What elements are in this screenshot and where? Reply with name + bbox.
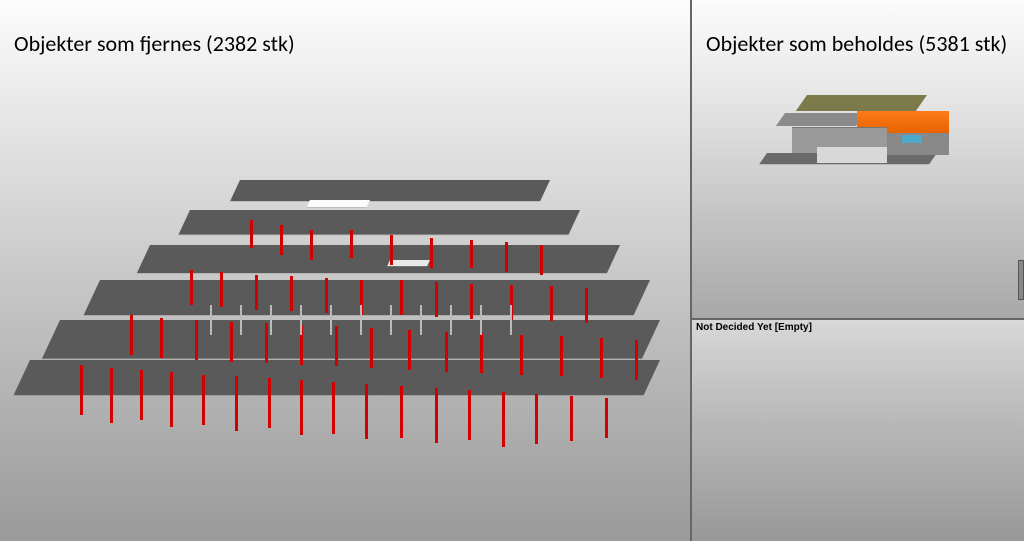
column bbox=[350, 230, 353, 258]
column bbox=[170, 372, 173, 427]
building-window bbox=[902, 135, 922, 143]
column bbox=[300, 380, 303, 435]
slab-void bbox=[387, 260, 430, 266]
column bbox=[130, 315, 133, 355]
column bbox=[190, 270, 193, 305]
column bbox=[470, 284, 473, 319]
slab bbox=[230, 180, 550, 201]
column bbox=[365, 384, 368, 439]
column bbox=[325, 278, 328, 313]
column bbox=[445, 332, 448, 372]
column-light bbox=[360, 305, 362, 335]
column bbox=[435, 282, 438, 317]
building-roof bbox=[796, 95, 927, 111]
column bbox=[370, 328, 373, 368]
column bbox=[280, 225, 283, 255]
column bbox=[335, 326, 338, 366]
viewport-right-column: Objekter som beholdes (5381 stk) Not Dec… bbox=[692, 0, 1024, 541]
column-light bbox=[270, 305, 272, 335]
viewport-title-removed: Objekter som fjernes (2382 stk) bbox=[14, 30, 295, 57]
column bbox=[505, 242, 508, 272]
viewport-title-kept: Objekter som beholdes (5381 stk) bbox=[706, 30, 1007, 57]
column bbox=[408, 330, 411, 370]
scrollbar-handle[interactable] bbox=[1018, 260, 1024, 300]
column bbox=[332, 382, 335, 434]
viewport-container: Objekter som fjernes (2382 stk) bbox=[0, 0, 1024, 541]
building-roof bbox=[776, 113, 865, 126]
column bbox=[400, 386, 403, 438]
column bbox=[220, 272, 223, 307]
column-light bbox=[330, 305, 332, 335]
column bbox=[430, 238, 433, 268]
column-light bbox=[210, 305, 212, 335]
column bbox=[202, 375, 205, 425]
column bbox=[268, 378, 271, 428]
column bbox=[160, 318, 163, 358]
slab bbox=[137, 245, 620, 273]
column bbox=[585, 288, 588, 323]
column bbox=[520, 335, 523, 375]
column bbox=[255, 275, 258, 310]
3d-model-removed[interactable] bbox=[10, 150, 680, 490]
slab-void bbox=[307, 200, 370, 207]
viewport-removed-objects[interactable]: Objekter som fjernes (2382 stk) bbox=[0, 0, 692, 541]
column-light bbox=[390, 305, 392, 335]
viewport-not-decided[interactable]: Not Decided Yet [Empty] bbox=[692, 320, 1024, 541]
column bbox=[110, 368, 113, 423]
3d-model-kept[interactable] bbox=[767, 95, 967, 205]
column-light bbox=[510, 305, 512, 335]
column bbox=[80, 365, 83, 415]
column bbox=[600, 338, 603, 378]
column-light bbox=[240, 305, 242, 335]
slab bbox=[42, 320, 660, 359]
viewport-kept-objects[interactable]: Objekter som beholdes (5381 stk) bbox=[692, 0, 1024, 320]
column bbox=[470, 240, 473, 268]
column bbox=[502, 392, 505, 447]
column bbox=[570, 396, 573, 441]
column-light bbox=[300, 305, 302, 335]
column bbox=[540, 245, 543, 275]
column bbox=[560, 336, 563, 376]
column bbox=[310, 230, 313, 260]
slab bbox=[179, 210, 580, 235]
column bbox=[480, 333, 483, 373]
column bbox=[195, 320, 198, 360]
column bbox=[250, 220, 253, 248]
column bbox=[235, 376, 238, 431]
column bbox=[400, 280, 403, 315]
column bbox=[605, 398, 608, 438]
column-light bbox=[450, 305, 452, 335]
column bbox=[535, 394, 538, 444]
column bbox=[265, 323, 268, 363]
column bbox=[435, 388, 438, 443]
column bbox=[390, 235, 393, 265]
column bbox=[635, 340, 638, 380]
column bbox=[230, 322, 233, 362]
column-light bbox=[420, 305, 422, 335]
column-light bbox=[480, 305, 482, 335]
building-wall bbox=[817, 147, 887, 163]
viewport-status-label: Not Decided Yet [Empty] bbox=[696, 322, 812, 333]
column bbox=[290, 276, 293, 311]
column bbox=[468, 390, 471, 440]
slab bbox=[84, 280, 650, 315]
column bbox=[550, 286, 553, 321]
column bbox=[140, 370, 143, 420]
